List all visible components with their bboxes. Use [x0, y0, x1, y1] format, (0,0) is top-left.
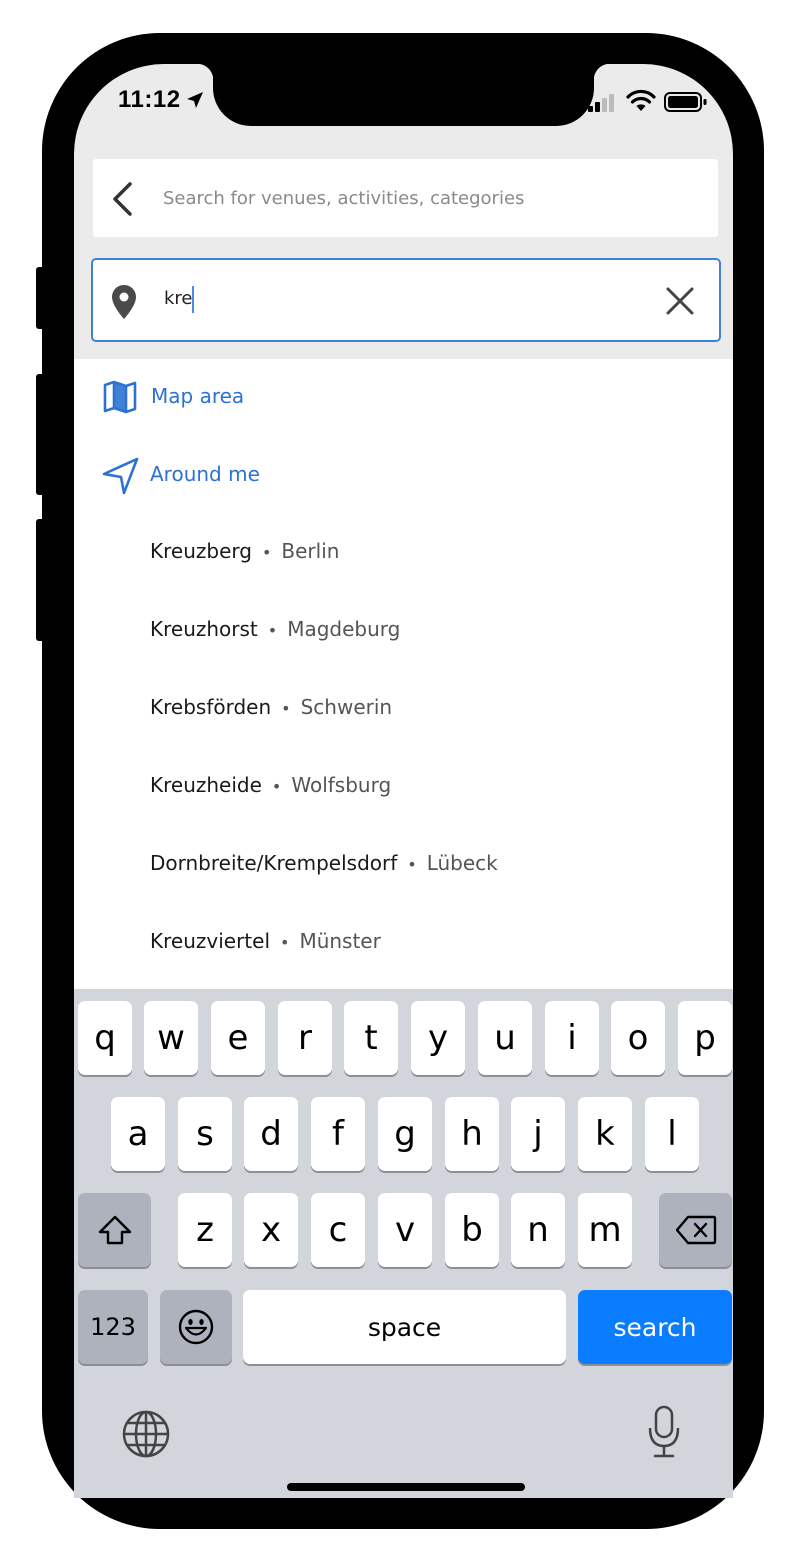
list-item[interactable]: Krebsförden • Schwerin [74, 679, 733, 739]
clear-icon[interactable] [666, 287, 694, 315]
separator-dot: • [261, 543, 272, 562]
wifi-icon [626, 89, 656, 111]
key-g[interactable]: g [378, 1097, 432, 1171]
separator-dot: • [280, 933, 290, 952]
suggestion-name: Kreuzheide [150, 773, 262, 797]
globe-icon[interactable] [120, 1408, 172, 1460]
suggestion-city: Lübeck [426, 851, 498, 875]
list-item[interactable]: Dornbreite/Krempelsdorf • Lübeck [74, 835, 733, 895]
key-q[interactable]: q [78, 1001, 132, 1075]
key-f[interactable]: f [311, 1097, 365, 1171]
space-key[interactable]: space [243, 1290, 566, 1364]
key-i[interactable]: i [545, 1001, 599, 1075]
suggestion-name: Krebsförden [150, 695, 272, 719]
key-t[interactable]: t [344, 1001, 398, 1075]
search-bar [93, 159, 718, 237]
key-k[interactable]: k [578, 1097, 632, 1171]
list-item[interactable]: Kreuzhorst • Magdeburg [74, 601, 733, 661]
map-icon [103, 380, 137, 414]
key-m[interactable]: m [578, 1193, 632, 1267]
search-key[interactable]: search [578, 1290, 732, 1364]
location-services-icon [187, 92, 203, 108]
suggestion-city: Magdeburg [287, 617, 401, 641]
key-l[interactable]: l [645, 1097, 699, 1171]
key-x[interactable]: x [244, 1193, 298, 1267]
suggestion-name: Kreuzviertel [150, 929, 270, 953]
numbers-key[interactable]: 123 [78, 1290, 148, 1364]
key-z[interactable]: z [178, 1193, 232, 1267]
location-search-field[interactable]: kre [91, 258, 721, 342]
list-item[interactable]: Kreuzberg • Berlin [74, 523, 733, 583]
key-r[interactable]: r [278, 1001, 332, 1075]
key-e[interactable]: e [211, 1001, 265, 1075]
option-map-area[interactable]: Map area [74, 367, 733, 427]
suggestion-name: Kreuzberg [150, 539, 252, 563]
location-suggestions-list: Map area Around me Kreuzberg • Berlin Kreu… [74, 359, 733, 989]
notch [197, 64, 610, 126]
back-arrow-icon[interactable] [111, 181, 135, 217]
key-b[interactable]: b [445, 1193, 499, 1267]
suggestion-city: Berlin [281, 539, 340, 563]
map-area-label: Map area [151, 384, 245, 408]
status-time: 11:12 [118, 86, 181, 113]
microphone-icon[interactable] [646, 1404, 682, 1460]
key-u[interactable]: u [478, 1001, 532, 1075]
key-v[interactable]: v [378, 1193, 432, 1267]
backspace-icon [675, 1215, 716, 1245]
suggestion-city: Wolfsburg [291, 773, 392, 797]
suggestion-city: Schwerin [300, 695, 393, 719]
suggestion-city: Münster [299, 929, 381, 953]
key-a[interactable]: a [111, 1097, 165, 1171]
separator-dot: • [271, 777, 282, 796]
key-d[interactable]: d [244, 1097, 298, 1171]
suggestion-name: Dornbreite/Krempelsdorf [150, 851, 398, 875]
suggestion-name: Kreuzhorst [150, 617, 258, 641]
key-c[interactable]: c [311, 1193, 365, 1267]
key-y[interactable]: y [411, 1001, 465, 1075]
location-input-text[interactable]: kre [164, 288, 193, 309]
venue-search-input[interactable] [163, 177, 693, 219]
key-j[interactable]: j [511, 1097, 565, 1171]
battery-icon [664, 92, 707, 112]
separator-dot: • [281, 699, 291, 718]
emoji-icon [178, 1309, 214, 1345]
shift-arrow-icon [98, 1215, 131, 1245]
separator-dot: • [407, 855, 417, 874]
key-h[interactable]: h [445, 1097, 499, 1171]
navigation-arrow-icon [102, 457, 139, 495]
separator-dot: • [267, 621, 278, 640]
list-item[interactable]: Kreuzheide • Wolfsburg [74, 757, 733, 817]
key-n[interactable]: n [511, 1193, 565, 1267]
emoji-key[interactable] [160, 1290, 232, 1364]
around-me-label: Around me [150, 462, 260, 486]
key-p[interactable]: p [678, 1001, 732, 1075]
home-indicator [287, 1483, 525, 1491]
shift-key[interactable] [78, 1193, 151, 1267]
list-item[interactable]: Kreuzviertel • Münster [74, 913, 733, 973]
location-pin-icon [112, 285, 136, 319]
option-around-me[interactable]: Around me [74, 445, 733, 505]
key-w[interactable]: w [144, 1001, 198, 1075]
key-o[interactable]: o [611, 1001, 665, 1075]
text-caret [192, 286, 194, 313]
cellular-signal-icon [588, 94, 614, 112]
delete-key[interactable] [659, 1193, 732, 1267]
key-s[interactable]: s [178, 1097, 232, 1171]
